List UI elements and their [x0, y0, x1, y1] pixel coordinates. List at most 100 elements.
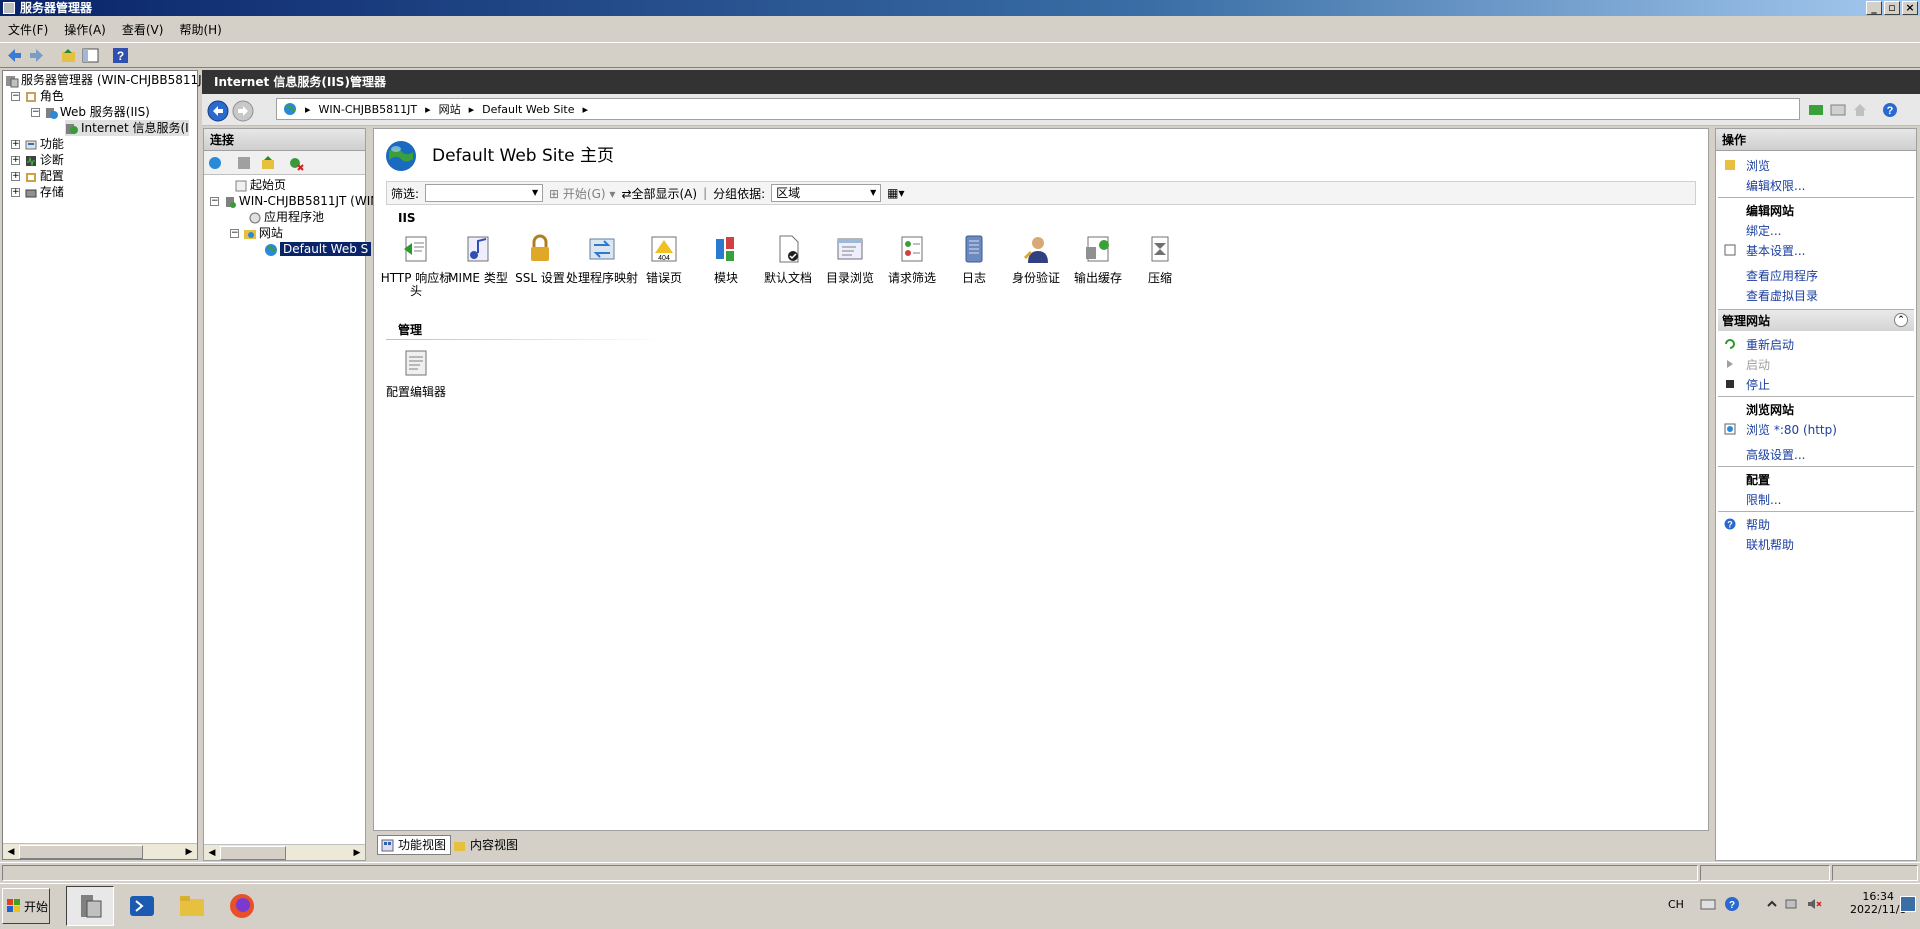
tab-features-view[interactable]: 功能视图 — [377, 835, 452, 855]
show-hide-tree-icon[interactable] — [82, 47, 99, 64]
show-all-button[interactable]: ⇄全部显示(A) — [621, 185, 697, 202]
menu-action[interactable]: 操作(A) — [56, 21, 114, 38]
taskbar: 开始 CH ? 16:34 2022/11/8 — [0, 883, 1920, 929]
action-view-applications[interactable]: 查看应用程序 — [1746, 267, 1818, 284]
action-view-virtual-dirs[interactable]: 查看虚拟目录 — [1746, 287, 1818, 304]
clock[interactable]: 16:34 2022/11/8 — [1850, 890, 1906, 916]
action-help[interactable]: 帮助 — [1746, 516, 1770, 533]
chevron-down-icon: ▼ — [870, 188, 877, 197]
action-advanced-settings[interactable]: 高级设置... — [1746, 446, 1805, 463]
up-folder-icon[interactable] — [60, 47, 77, 64]
expand-icon[interactable]: + — [11, 140, 20, 149]
action-stop[interactable]: 停止 — [1746, 376, 1770, 393]
filter-input[interactable]: ▼ — [425, 184, 544, 202]
collapse-icon[interactable]: − — [31, 108, 40, 117]
config-header: 配置 — [1746, 473, 1771, 487]
expand-icon[interactable]: + — [11, 156, 20, 165]
volume-muted-icon[interactable] — [1806, 896, 1822, 912]
action-restart[interactable]: 重新启动 — [1746, 336, 1794, 353]
actions-panel: 操作 浏览 编辑权限... 编辑网站 绑定... 基本设置... 查看应用程序 … — [1715, 128, 1917, 861]
view-mode-icon[interactable]: ▦▾ — [887, 186, 904, 200]
manage-site-header[interactable]: 管理网站 ⌃ — [1718, 309, 1914, 331]
scroll-thumb[interactable] — [220, 846, 286, 860]
action-bindings[interactable]: 绑定... — [1746, 222, 1781, 239]
show-hidden-icons-icon[interactable] — [1766, 896, 1778, 912]
tab-content-view[interactable]: 内容视图 — [449, 835, 523, 855]
scroll-left-icon[interactable]: ◀ — [205, 846, 219, 860]
start-button[interactable]: 开始 — [2, 888, 50, 924]
restore-button[interactable]: ▫ — [1884, 1, 1900, 15]
keyboard-icon[interactable] — [1700, 896, 1716, 912]
start-filter-button[interactable]: ⊞ 开始(G) ▾ — [549, 185, 615, 202]
conn-app-pools[interactable]: 应用程序池 — [248, 209, 324, 225]
breadcrumb[interactable]: ▸ WIN-CHJBB5811JT ▸ 网站 ▸ Default Web Sit… — [276, 98, 1800, 120]
task-powershell[interactable] — [118, 886, 166, 926]
action-edit-permissions[interactable]: 编辑权限... — [1746, 177, 1805, 194]
tree-web-server[interactable]: − Web 服务器(IIS) — [31, 104, 150, 120]
conn-horizontal-scrollbar[interactable]: ◀ ▶ — [204, 844, 365, 860]
svg-text:404: 404 — [658, 255, 670, 262]
scroll-thumb[interactable] — [19, 845, 143, 859]
menu-help[interactable]: 帮助(H) — [171, 21, 229, 38]
language-indicator[interactable]: CH — [1668, 898, 1684, 911]
feature-config-editor[interactable]: 配置编辑器 — [378, 347, 454, 399]
scroll-right-icon[interactable]: ▶ — [182, 845, 196, 859]
breadcrumb-site[interactable]: Default Web Site — [482, 103, 574, 116]
forward-arrow-icon[interactable] — [28, 47, 45, 64]
home-icon[interactable] — [1852, 102, 1868, 118]
tree-horizontal-scrollbar[interactable]: ◀ ▶ — [3, 843, 197, 859]
scroll-left-icon[interactable]: ◀ — [4, 845, 18, 859]
minimize-button[interactable]: _ — [1866, 1, 1882, 15]
tree-storage[interactable]: + 存储 — [11, 184, 64, 200]
show-desktop-button[interactable] — [1900, 896, 1916, 912]
conn-default-site[interactable]: Default Web S — [264, 241, 372, 257]
action-limits[interactable]: 限制... — [1746, 491, 1781, 508]
nav-forward-icon[interactable] — [232, 100, 254, 122]
action-browse[interactable]: 浏览 — [1746, 157, 1770, 174]
conn-sites[interactable]: − 网站 — [230, 225, 283, 241]
task-explorer[interactable] — [168, 886, 216, 926]
scroll-right-icon[interactable]: ▶ — [350, 846, 364, 860]
tree-root[interactable]: 服务器管理器 (WIN-CHJBB5811J — [5, 72, 202, 88]
close-button[interactable]: × — [1902, 1, 1918, 15]
action-basic-settings[interactable]: 基本设置... — [1746, 242, 1805, 259]
collapse-icon[interactable]: − — [11, 92, 20, 101]
action-online-help[interactable]: 联机帮助 — [1746, 536, 1794, 553]
task-server-manager[interactable] — [66, 886, 114, 926]
help-dropdown-icon[interactable]: ? — [1882, 101, 1900, 119]
conn-server[interactable]: − WIN-CHJBB5811JT (WIN — [210, 193, 379, 209]
menu-view[interactable]: 查看(V) — [114, 21, 172, 38]
connect-icon[interactable] — [1808, 102, 1824, 118]
menu-file[interactable]: 文件(F) — [0, 21, 56, 38]
new-connection-icon[interactable] — [207, 155, 223, 171]
help-tray-icon[interactable]: ? — [1724, 896, 1740, 912]
connections-title: 连接 — [204, 129, 365, 151]
collapse-chevron-icon[interactable]: ⌃ — [1894, 313, 1908, 327]
up-level-icon[interactable] — [260, 155, 276, 171]
breadcrumb-server[interactable]: WIN-CHJBB5811JT — [319, 103, 418, 116]
collapse-icon[interactable]: − — [210, 197, 219, 206]
tree-roles[interactable]: − 角色 — [11, 88, 64, 104]
action-browse-80[interactable]: 浏览 *:80 (http) — [1746, 421, 1837, 438]
save-icon[interactable] — [236, 155, 252, 171]
group-by-select[interactable]: 区域 ▼ — [771, 184, 882, 202]
breadcrumb-sites[interactable]: 网站 — [439, 101, 461, 117]
tree-features[interactable]: + 功能 — [11, 136, 64, 152]
expand-icon[interactable]: + — [11, 188, 20, 197]
tree-iis-manager[interactable]: Internet 信息服务(I — [65, 120, 189, 136]
nav-back-icon[interactable] — [207, 100, 229, 122]
action-start[interactable]: 启动 — [1746, 356, 1770, 373]
connections-toolbar — [204, 151, 365, 175]
back-arrow-icon[interactable] — [6, 47, 23, 64]
tree-config[interactable]: + 配置 — [11, 168, 64, 184]
help-icon[interactable]: ? — [112, 47, 129, 64]
network-icon[interactable] — [1784, 896, 1800, 912]
tree-diagnostics[interactable]: + 诊断 — [11, 152, 64, 168]
expand-icon[interactable]: + — [11, 172, 20, 181]
mail-icon[interactable] — [1830, 102, 1846, 118]
collapse-icon[interactable]: − — [230, 229, 239, 238]
feature-compression[interactable]: 压缩 — [1122, 233, 1198, 285]
disconnect-icon[interactable] — [288, 155, 304, 171]
task-firefox[interactable] — [218, 886, 266, 926]
conn-start-page[interactable]: 起始页 — [234, 177, 286, 193]
